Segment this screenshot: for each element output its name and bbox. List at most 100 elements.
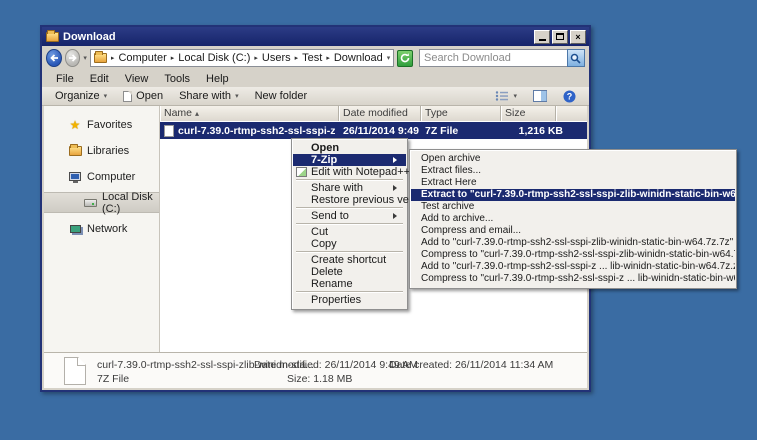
sidebar-item-local-disk-c[interactable]: Local Disk (C:) — [44, 192, 159, 213]
menu-help[interactable]: Help — [198, 73, 237, 85]
sidebar-item-network[interactable]: Network — [44, 218, 159, 239]
crumb-test[interactable]: Test — [302, 52, 322, 64]
close-icon: × — [575, 32, 580, 42]
crumb-separator-icon: ▸ — [171, 54, 175, 62]
context-menu: Open 7-Zip Edit with Notepad++ Share wit… — [291, 138, 408, 310]
column-header-label: Size — [505, 107, 525, 119]
chevron-down-icon: ▾ — [104, 92, 108, 100]
crumb-computer[interactable]: Computer — [118, 52, 166, 64]
submenu-extract-files[interactable]: Extract files... — [411, 165, 735, 177]
refresh-icon — [399, 52, 411, 64]
size-label: Size: — [287, 373, 310, 385]
open-button[interactable]: Open — [116, 88, 170, 105]
command-toolbar: Organize ▾ Open Share with ▾ New folder — [42, 87, 589, 106]
sidebar-item-label: Network — [87, 223, 127, 235]
address-band: ▾ ▸ Computer ▸ Local Disk (C:) ▸ Users ▸… — [42, 46, 589, 70]
submenu-arrow-icon — [393, 213, 400, 219]
search-input[interactable] — [419, 49, 567, 67]
context-menu-delete[interactable]: Delete — [293, 266, 406, 278]
folder-icon — [46, 32, 59, 42]
menu-edit[interactable]: Edit — [82, 73, 117, 85]
libraries-icon — [68, 144, 82, 158]
menu-item-label: Send to — [311, 210, 389, 222]
file-size-cell: 1,216 KB — [501, 125, 567, 137]
submenu-compress-to-7z-and-email[interactable]: Compress to "curl-7.39.0-rtmp-ssh2-ssl-s… — [411, 249, 735, 261]
context-menu-open[interactable]: Open — [293, 142, 406, 154]
menu-separator — [296, 223, 403, 225]
context-menu-cut[interactable]: Cut — [293, 226, 406, 238]
maximize-button[interactable] — [552, 30, 568, 44]
breadcrumb-items: ▸ Computer ▸ Local Disk (C:) ▸ Users ▸ T… — [111, 52, 383, 64]
menu-separator — [296, 207, 403, 209]
menu-item-label: Cut — [311, 226, 400, 238]
details-file-type: 7Z File — [97, 373, 129, 385]
context-menu-share-with[interactable]: Share with — [293, 182, 406, 194]
details-size: Size: 1.18 MB — [287, 373, 352, 385]
menu-tools[interactable]: Tools — [156, 73, 198, 85]
details-pane: curl-7.39.0-rtmp-ssh2-ssl-sspi-zlib-wini… — [44, 352, 587, 388]
menu-bar: File Edit View Tools Help — [42, 70, 589, 87]
column-header-size[interactable]: Size — [501, 106, 556, 121]
file-date-cell: 26/11/2014 9:49 AM — [339, 125, 421, 137]
submenu-add-to-archive[interactable]: Add to archive... — [411, 213, 735, 225]
refresh-button[interactable] — [397, 50, 413, 67]
crumb-users[interactable]: Users — [262, 52, 291, 64]
submenu-add-to-zip[interactable]: Add to "curl-7.39.0-rtmp-ssh2-ssl-sspi-z… — [411, 261, 735, 273]
views-button[interactable]: ▾ — [488, 88, 524, 105]
help-button[interactable]: ? — [556, 88, 583, 105]
date-created-value: 26/11/2014 11:34 AM — [455, 359, 553, 371]
minimize-button[interactable] — [534, 30, 550, 44]
context-menu-properties[interactable]: Properties — [293, 294, 406, 306]
address-dropdown-icon[interactable]: ▾ — [387, 54, 391, 62]
svg-text:?: ? — [567, 91, 573, 101]
column-header-name[interactable]: Name▴ — [160, 106, 339, 121]
context-menu-restore-previous-versions[interactable]: Restore previous versions — [293, 194, 406, 206]
organize-button[interactable]: Organize ▾ — [48, 88, 114, 105]
sidebar-item-libraries[interactable]: Libraries — [44, 140, 159, 161]
column-headers: Name▴ Date modified Type Size — [160, 106, 587, 121]
context-menu-create-shortcut[interactable]: Create shortcut — [293, 254, 406, 266]
submenu-extract-here[interactable]: Extract Here — [411, 177, 735, 189]
forward-button[interactable] — [65, 49, 81, 67]
crumb-separator-icon: ▸ — [111, 54, 115, 62]
submenu-compress-and-email[interactable]: Compress and email... — [411, 225, 735, 237]
context-menu-edit-with-notepadpp[interactable]: Edit with Notepad++ — [293, 166, 406, 178]
sidebar-item-computer[interactable]: Computer — [44, 166, 159, 187]
menu-item-label: Open — [311, 142, 400, 154]
history-dropdown[interactable]: ▾ — [83, 54, 87, 62]
crumb-download[interactable]: Download — [334, 52, 383, 64]
network-icon — [68, 222, 82, 236]
submenu-add-to-7z[interactable]: Add to "curl-7.39.0-rtmp-ssh2-ssl-sspi-z… — [411, 237, 735, 249]
close-button[interactable]: × — [570, 30, 586, 44]
menu-view[interactable]: View — [117, 73, 157, 85]
column-header-date-modified[interactable]: Date modified — [339, 106, 421, 121]
file-row-selected[interactable]: curl-7.39.0-rtmp-ssh2-ssl-sspi-zlib-wini… — [160, 122, 587, 139]
submenu-test-archive[interactable]: Test archive — [411, 201, 735, 213]
window-title: Download — [59, 31, 534, 43]
context-menu-send-to[interactable]: Send to — [293, 210, 406, 222]
menu-file[interactable]: File — [48, 73, 82, 85]
search-button[interactable] — [567, 49, 585, 67]
context-menu-rename[interactable]: Rename — [293, 278, 406, 290]
star-icon: ★ — [68, 118, 82, 132]
submenu-compress-to-zip-and-email[interactable]: Compress to "curl-7.39.0-rtmp-ssh2-ssl-s… — [411, 273, 735, 285]
preview-pane-button[interactable] — [526, 88, 554, 105]
context-menu-copy[interactable]: Copy — [293, 238, 406, 250]
date-modified-label: Date modified: — [254, 359, 322, 371]
disk-drive-icon — [84, 196, 97, 210]
breadcrumb[interactable]: ▸ Computer ▸ Local Disk (C:) ▸ Users ▸ T… — [90, 49, 394, 67]
submenu-extract-to-folder[interactable]: Extract to "curl-7.39.0-rtmp-ssh2-ssl-ss… — [411, 189, 735, 201]
menu-item-label: Copy — [311, 238, 400, 250]
chevron-down-icon: ▾ — [513, 92, 517, 100]
file-preview-icon — [64, 357, 86, 385]
sidebar-item-favorites[interactable]: ★ Favorites — [44, 114, 159, 135]
crumb-local-disk[interactable]: Local Disk (C:) — [178, 52, 250, 64]
context-menu-7zip[interactable]: 7-Zip — [293, 154, 406, 166]
new-folder-button[interactable]: New folder — [248, 88, 315, 105]
column-header-type[interactable]: Type — [421, 106, 501, 121]
back-button[interactable] — [46, 49, 62, 67]
title-bar[interactable]: Download × — [42, 27, 589, 46]
share-with-button[interactable]: Share with ▾ — [172, 88, 246, 105]
submenu-open-archive[interactable]: Open archive — [411, 153, 735, 165]
file-name-cell: curl-7.39.0-rtmp-ssh2-ssl-sspi-zlib-wini… — [160, 125, 339, 137]
